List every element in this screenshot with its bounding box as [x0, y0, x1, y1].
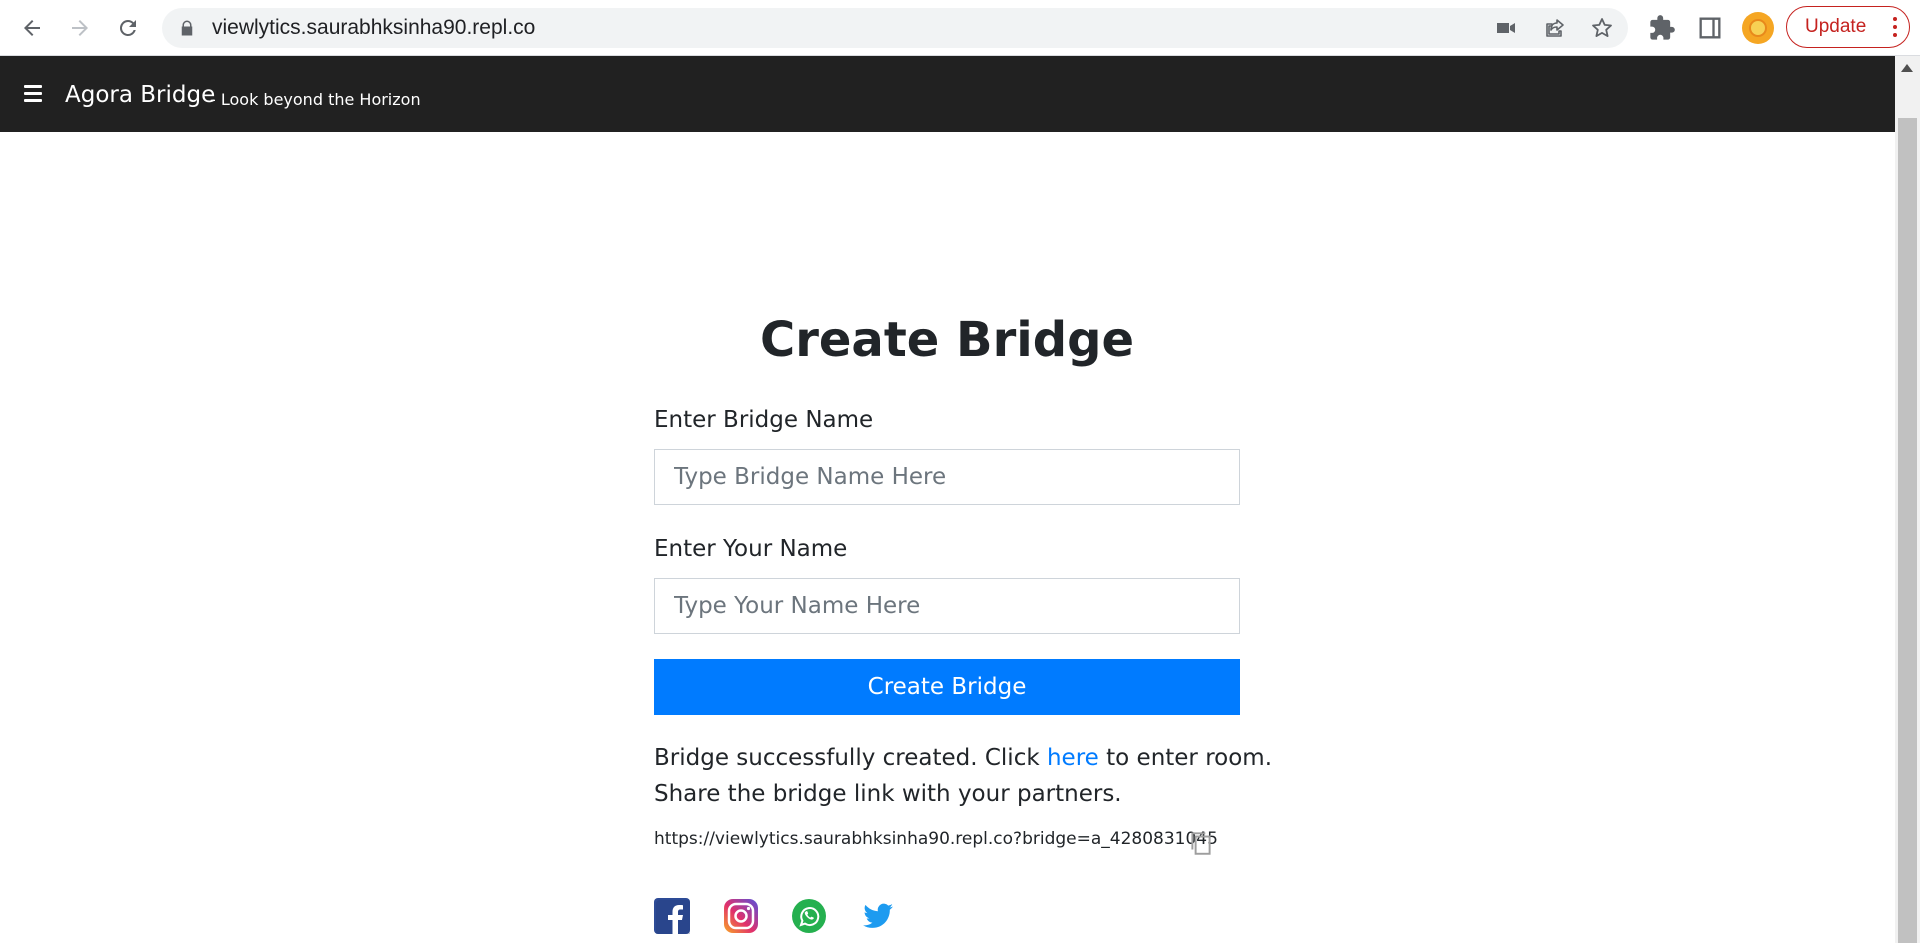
back-icon[interactable] [14, 10, 50, 46]
success-message: Bridge successfully created. Click here … [654, 745, 1272, 771]
star-icon[interactable] [1590, 16, 1614, 40]
bridge-share-url: https://viewlytics.saurabhksinha90.repl.… [654, 829, 1218, 849]
share-instruction: Share the bridge link with your partners… [654, 781, 1122, 807]
scrollbar-thumb[interactable] [1898, 118, 1917, 943]
copy-icon[interactable] [1188, 829, 1214, 857]
brand-name[interactable]: Agora Bridge [65, 82, 215, 108]
your-name-input[interactable] [654, 578, 1240, 634]
browser-toolbar: viewlytics.saurabhksinha90.repl.co Updat… [0, 0, 1920, 56]
instagram-icon[interactable] [723, 898, 759, 934]
lock-icon[interactable] [178, 19, 196, 37]
update-button[interactable]: Update [1786, 6, 1910, 48]
address-bar[interactable]: viewlytics.saurabhksinha90.repl.co [162, 8, 1628, 48]
create-bridge-button[interactable]: Create Bridge [654, 659, 1240, 715]
your-name-label: Enter Your Name [654, 536, 848, 562]
share-icon[interactable] [1543, 16, 1567, 40]
page-title: Create Bridge [759, 312, 1135, 368]
bridge-name-label: Enter Bridge Name [654, 407, 874, 433]
bridge-name-input[interactable] [654, 449, 1240, 505]
more-icon[interactable] [1893, 17, 1897, 37]
twitter-icon[interactable] [860, 898, 896, 934]
whatsapp-icon[interactable] [791, 898, 827, 934]
profile-avatar[interactable] [1742, 12, 1774, 44]
side-panel-icon[interactable] [1696, 14, 1724, 42]
success-text-after: to enter room. [1098, 745, 1273, 771]
url-text[interactable]: viewlytics.saurabhksinha90.repl.co [212, 8, 535, 48]
forward-icon[interactable] [62, 10, 98, 46]
update-label: Update [1805, 16, 1867, 37]
scroll-up-arrow-icon[interactable] [1901, 64, 1913, 72]
reload-icon[interactable] [110, 10, 146, 46]
menu-icon[interactable] [24, 85, 42, 102]
extensions-icon[interactable] [1648, 14, 1676, 42]
brand-tagline: - Look beyond the Horizon [210, 90, 421, 109]
camera-icon[interactable] [1494, 16, 1518, 40]
facebook-icon[interactable] [654, 898, 690, 934]
enter-room-link[interactable]: here [1047, 745, 1099, 771]
app-navbar: Agora Bridge - Look beyond the Horizon [0, 56, 1895, 132]
success-text-before: Bridge successfully created. Click [654, 745, 1047, 771]
